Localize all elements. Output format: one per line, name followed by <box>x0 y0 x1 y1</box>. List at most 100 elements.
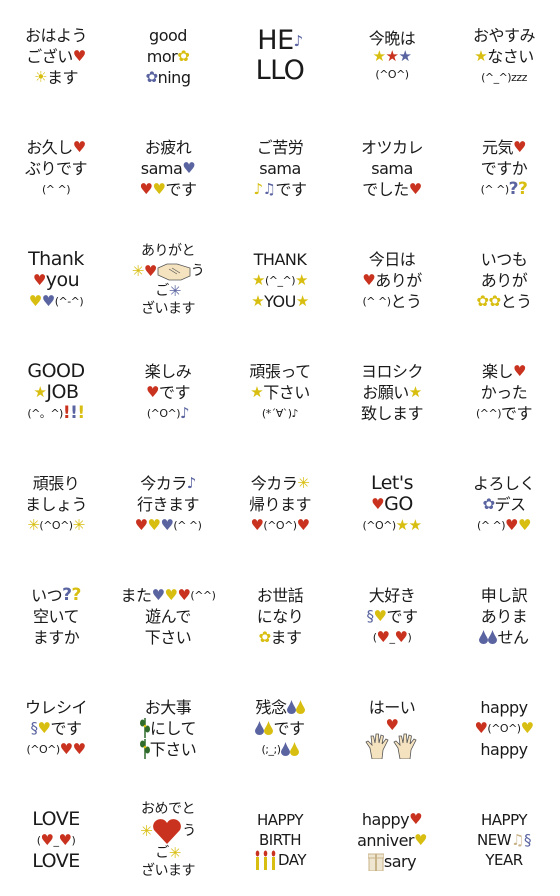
sticker[interactable]: お世話 になり ✿ ます <box>224 560 336 672</box>
sticker[interactable]: 楽し ♥ かった (^^) です <box>448 336 560 448</box>
sticker-line: ありが <box>481 270 528 291</box>
sticker-line: LOVE <box>32 850 80 872</box>
sticker-line: おはよう <box>25 25 88 46</box>
sticker[interactable]: おはよう ござい ♥ ☀ ます <box>0 0 112 112</box>
sticker-text: お願い <box>362 382 409 402</box>
sticker-line: Thank <box>28 248 84 270</box>
sticker[interactable]: ありがと ✳ ♥ うご ✳ ざいます <box>112 224 224 336</box>
sticker[interactable]: ご苦労 sama ♪ ♫ です <box>224 112 336 224</box>
heart-icon: ♥ <box>72 739 86 758</box>
sticker[interactable]: LOVE(♥ _ ♥) LOVE <box>0 784 112 896</box>
heart-icon: ♥ <box>513 361 526 380</box>
sticker-text: (^-^) <box>54 294 84 308</box>
sticker-line: ★ JOB <box>33 381 79 403</box>
sticker-line: ざいます <box>141 862 196 880</box>
heart-icon: ♥ <box>146 382 159 401</box>
sticker[interactable]: 頑張って ★ 下さい (*´∀`)♪ <box>224 336 336 448</box>
star-icon: ★ <box>295 291 309 310</box>
sticker-line: YEAR <box>485 850 523 870</box>
sticker-line: THANK <box>254 249 307 270</box>
sticker-text: お大事 <box>144 697 192 717</box>
sticker-text: よろしく <box>472 473 536 493</box>
sticker-line: 楽しみ <box>145 361 192 382</box>
sticker-line: (^O^) <box>375 64 409 85</box>
sticker-text: YEAR <box>485 851 523 869</box>
sticker[interactable]: お疲れ sama ♥ ♥ ♥ です <box>112 112 224 224</box>
sticker[interactable]: happy ♥ (^O^) ♥ happy <box>448 672 560 784</box>
star-icon: ★ <box>408 515 422 534</box>
sticker-line: 下さい <box>139 739 197 760</box>
sticker[interactable]: Let's ♥ GO (^O^) ★ ★ <box>336 448 448 560</box>
sticker[interactable]: 申し訳 ありま せん <box>448 560 560 672</box>
sticker[interactable]: GOOD ★ JOB (^。^)!!! <box>0 336 112 448</box>
sticker-line: ★ (^_^) ★ <box>252 270 308 291</box>
sticker[interactable]: happy ♥ anniver ♥ sary <box>336 784 448 896</box>
sticker-line: おやすみ <box>472 25 536 46</box>
sticker-line: sama <box>259 158 301 179</box>
sticker[interactable]: 今晩は ★ ★ ★ (^O^) <box>336 0 448 112</box>
sticker[interactable]: THANK ★ (^_^) ★ ★ YOU ★ <box>224 224 336 336</box>
sticker-text: とう <box>390 291 423 311</box>
sticker[interactable]: おやすみ ★ なさい (^_^)zzz <box>448 0 560 112</box>
sticker[interactable]: ヨロシク お願い ★ 致します <box>336 336 448 448</box>
sticker[interactable]: はーい ♥ <box>336 672 448 784</box>
sticker-line: ますか <box>33 627 80 648</box>
sticker-line: § ♥ です <box>367 606 418 627</box>
sticker-text: お疲れ <box>144 137 192 157</box>
sticker[interactable]: 今カラ ♪ 行きます ♥ ♥ ♥ (^ ^) <box>112 448 224 560</box>
sticker-text: はーい <box>368 698 416 717</box>
sticker-text: good <box>149 25 187 45</box>
sticker[interactable]: HAPPY BIRTH DAY <box>224 784 336 896</box>
sticker[interactable]: 今カラ ✳ 帰ります ♥ (^O^) ♥ <box>224 448 336 560</box>
sticker-line: になり <box>257 606 304 627</box>
sticker[interactable]: また ♥ ♥ ♥ (^^) 遊んで 下さい <box>112 560 224 672</box>
sticker-line: § ♥ です <box>31 718 82 739</box>
sticker-line: sama ♥ <box>141 158 196 179</box>
sticker-text: (;_;) <box>261 742 282 756</box>
sticker-text: おやすみ <box>472 25 536 45</box>
sticker-line: HAPPY <box>481 810 527 830</box>
heart-icon: ♥ <box>143 261 157 280</box>
sticker[interactable]: おめでと ✳ うご ✳ ざいます <box>112 784 224 896</box>
heart-icon: ♥ <box>139 179 153 198</box>
sticker[interactable]: いつ?? 空いて ますか <box>0 560 112 672</box>
big-heart-icon <box>152 818 182 844</box>
sticker[interactable]: HAPPY NEW ♫ § YEAR <box>448 784 560 896</box>
sticker-text: YOU <box>264 291 296 311</box>
sticker[interactable]: 頑張り ましょう ✳ (^O^) ✳ <box>0 448 112 560</box>
sticker-text: (^O^) <box>146 406 181 420</box>
sticker-text: ヨロシク <box>360 361 424 381</box>
sticker-line: 致します <box>361 403 424 424</box>
sticker[interactable]: HE ♪ LLO <box>224 0 336 112</box>
sticker-line: 申し訳 <box>481 585 528 606</box>
sticker[interactable]: お大事 にして 下さい <box>112 672 224 784</box>
flower-icon: ✿ <box>145 67 159 86</box>
sticker-line: happy <box>480 739 528 760</box>
sticker[interactable]: いつも ありが ✿ ✿ とう <box>448 224 560 336</box>
sticker[interactable]: 残念 です (;_;) <box>224 672 336 784</box>
sticker-line: ★ YOU ★ <box>251 291 309 312</box>
exclamation-icon: ! <box>70 402 78 423</box>
sticker[interactable]: 楽しみ ♥ です (^O^) ♪ <box>112 336 224 448</box>
sticker[interactable]: good mor ✿ ✿ ning <box>112 0 224 112</box>
note-icon: ♪ <box>293 31 304 50</box>
sticker[interactable]: お久し ♥ ぶりです (^ ^) <box>0 112 112 224</box>
sticker[interactable]: ウレシイ § ♥ です (^O^) ♥ ♥ <box>0 672 112 784</box>
sticker-text: HAPPY <box>257 811 303 829</box>
star-icon: ★ <box>252 270 265 289</box>
sticker[interactable]: 大好き § ♥ です(♥ _ ♥) <box>336 560 448 672</box>
sticker-text: sama <box>371 158 413 178</box>
sticker[interactable]: 今日は ♥ ありが (^ ^) とう <box>336 224 448 336</box>
sticker[interactable]: よろしく ✿ デス (^ ^) ♥ ♥ <box>448 448 560 560</box>
sticker[interactable]: オツカレ sama でした ♥ <box>336 112 448 224</box>
heart-icon: ♥ <box>362 270 376 289</box>
sticker-text: (^^) <box>475 406 502 420</box>
sticker-line: (^ ^)?? <box>481 179 528 200</box>
sticker-text: 頑張って <box>249 361 311 381</box>
sticker[interactable]: 元気 ♥ ですか (^ ^)?? <box>448 112 560 224</box>
sticker-line: です <box>255 718 305 739</box>
sticker-text: 遊んで <box>145 606 191 626</box>
star-icon: ★ <box>33 382 47 401</box>
sticker[interactable]: Thank ♥ you ♥ ♥ (^-^) <box>0 224 112 336</box>
sticker-text: 帰ります <box>248 494 312 514</box>
